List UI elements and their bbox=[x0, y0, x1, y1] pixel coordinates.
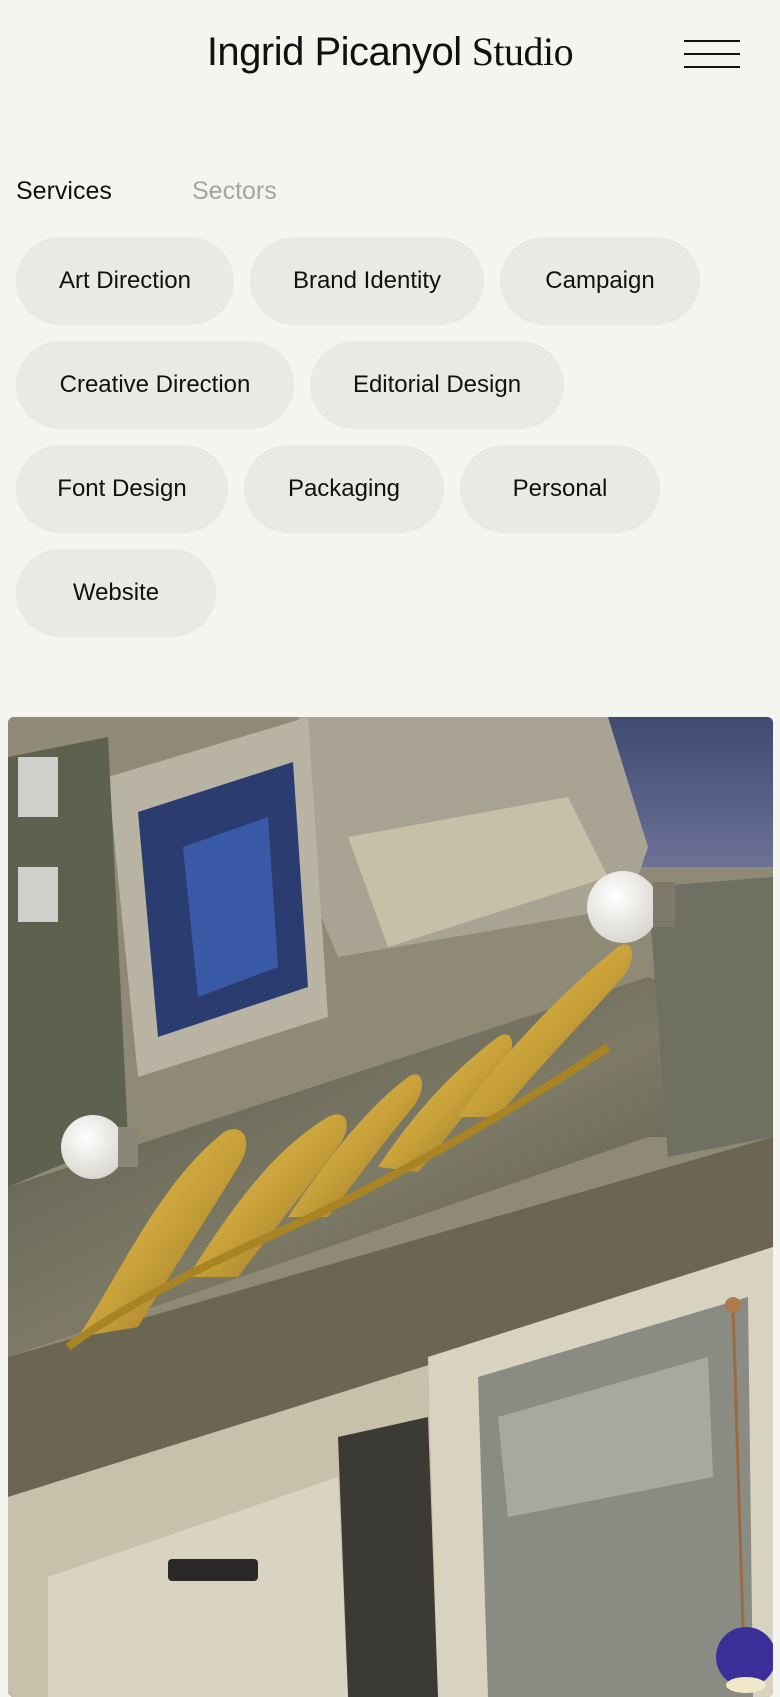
filter-chip-brand-identity[interactable]: Brand Identity bbox=[250, 237, 484, 325]
filter-chip-campaign[interactable]: Campaign bbox=[500, 237, 700, 325]
storefront-photo[interactable] bbox=[8, 717, 773, 1697]
filter-chip-website[interactable]: Website bbox=[16, 549, 216, 637]
site-logo[interactable]: Ingrid Picanyol Studio bbox=[0, 28, 780, 76]
filter-chip-editorial-design[interactable]: Editorial Design bbox=[310, 341, 564, 429]
tab-sectors[interactable]: Sectors bbox=[192, 174, 277, 208]
tab-services[interactable]: Services bbox=[16, 174, 112, 208]
brand-name: Ingrid Picanyol bbox=[206, 30, 462, 74]
filter-chip-creative-direction[interactable]: Creative Direction bbox=[16, 341, 294, 429]
filter-chip-art-direction[interactable]: Art Direction bbox=[16, 237, 234, 325]
filter-chip-font-design[interactable]: Font Design bbox=[16, 445, 228, 533]
menu-button[interactable] bbox=[680, 34, 742, 74]
brand-suffix: Studio bbox=[471, 29, 574, 74]
filter-chip-packaging[interactable]: Packaging bbox=[244, 445, 444, 533]
storefront-illustration bbox=[8, 717, 773, 1697]
site-header: Ingrid Picanyol Studio bbox=[0, 0, 780, 105]
filter-chip-personal[interactable]: Personal bbox=[460, 445, 660, 533]
